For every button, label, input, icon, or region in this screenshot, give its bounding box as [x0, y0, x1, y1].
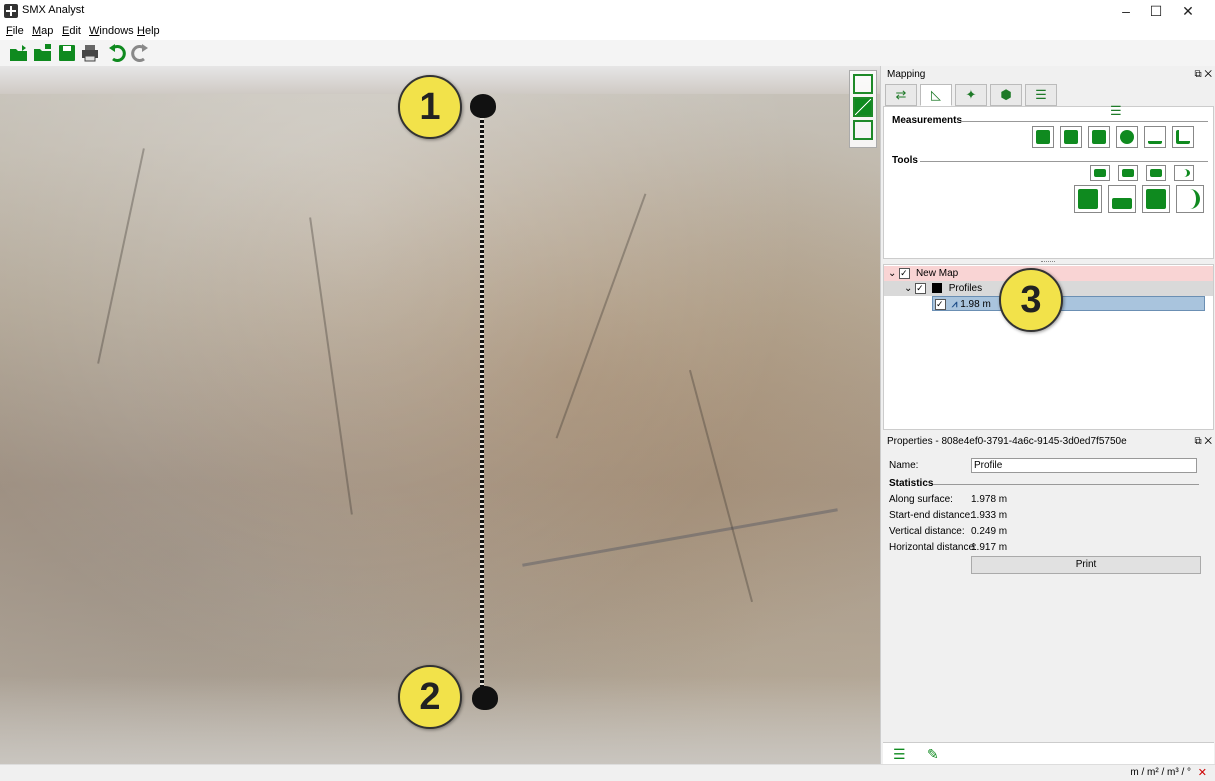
divider: [933, 484, 1199, 485]
edit-icon[interactable]: ✎: [927, 746, 943, 762]
name-field[interactable]: [971, 458, 1197, 473]
measure-profile-icon[interactable]: [1144, 126, 1166, 148]
checkbox[interactable]: [915, 281, 927, 296]
section-small-icon[interactable]: [1146, 165, 1166, 181]
properties-title: Properties - 808e4ef0-3791-4a6c-9145-3d0…: [887, 436, 1127, 447]
checkbox[interactable]: [935, 297, 946, 312]
3d-viewport[interactable]: 1 2: [0, 66, 880, 764]
print-button[interactable]: Print: [971, 556, 1201, 574]
camera-icon[interactable]: [853, 74, 873, 94]
profile-line-icon: ⩘: [951, 299, 958, 310]
tree-group-label: Profiles: [948, 283, 983, 294]
stat-label: Horizontal distance:: [889, 542, 977, 553]
divider: [920, 161, 1208, 162]
rock-crack: [309, 217, 353, 515]
tree-icon[interactable]: ✦: [955, 84, 987, 106]
contour-small-icon[interactable]: [1090, 165, 1110, 181]
properties-panel: Name: Statistics Along surface: 1.978 m …: [883, 452, 1214, 742]
measure-icon[interactable]: ◺: [920, 84, 952, 106]
menu-map[interactable]: Map: [32, 25, 53, 37]
section-large-icon[interactable]: [1142, 185, 1170, 213]
settings-icon[interactable]: ☰: [1025, 84, 1057, 106]
side-bottom-tabs: ☰ ✎: [883, 742, 1214, 765]
open-folder-icon[interactable]: [9, 43, 29, 63]
import-icon[interactable]: [33, 43, 53, 63]
undo-icon[interactable]: [107, 43, 127, 63]
measurements-label: Measurements: [892, 115, 963, 126]
mapping-tools-area: ☰ Measurements Tools: [883, 103, 1214, 259]
contour-large-icon[interactable]: [1074, 185, 1102, 213]
callout-3: 3: [999, 268, 1063, 332]
plane-large-icon[interactable]: [1108, 185, 1136, 213]
checkbox[interactable]: [899, 266, 911, 281]
chevron-down-icon[interactable]: ⌄: [884, 268, 896, 279]
status-bar: m / m² / m³ / ° ✕: [0, 764, 1215, 781]
title-bar: SMX Analyst – ☐ ✕: [0, 0, 1215, 22]
close-button[interactable]: ✕: [1171, 0, 1205, 22]
callout-2: 2: [398, 665, 462, 729]
shape-icon[interactable]: ⬢: [990, 84, 1022, 106]
toolbar: [0, 40, 1215, 67]
menu-bar: File Map Edit Windows Help: [0, 22, 1215, 40]
stat-label: Vertical distance:: [889, 526, 965, 537]
measure-sphere-icon[interactable]: [1116, 126, 1138, 148]
tools-label: Tools: [892, 155, 918, 166]
view-toolbar: [849, 70, 877, 148]
rock-crack: [97, 148, 145, 364]
stat-label: Start-end distance:: [889, 510, 973, 521]
signal-small-icon[interactable]: [1174, 165, 1194, 181]
menu-help[interactable]: Help: [137, 25, 160, 37]
profile-end-marker[interactable]: [472, 686, 498, 710]
properties-panel-header: Properties - 808e4ef0-3791-4a6c-9145-3d0…: [883, 434, 1215, 450]
stat-value: 1.933 m: [971, 510, 1008, 521]
rock-crack: [555, 193, 647, 439]
window-title: SMX Analyst: [22, 4, 85, 16]
menu-file[interactable]: File: [6, 25, 24, 37]
chevron-down-icon[interactable]: ⌄: [884, 283, 912, 294]
ortho-view-icon[interactable]: [853, 97, 873, 117]
app-icon: [4, 4, 18, 18]
layer-color-swatch: [931, 283, 942, 294]
tree-item-label: 1.98 m: [960, 299, 991, 310]
callout-1: 1: [398, 75, 462, 139]
tree-row-item[interactable]: ⩘ 1.98 m: [932, 296, 1205, 312]
mapping-icon[interactable]: ⇄: [885, 84, 917, 106]
measure-polygon-icon[interactable]: [1060, 126, 1082, 148]
menu-windows[interactable]: Windows: [89, 25, 134, 37]
measure-box-icon[interactable]: [1032, 126, 1054, 148]
panel-controls[interactable]: ⧉ ✕: [1194, 434, 1212, 450]
units-indicator: m / m² / m³ / °: [1130, 767, 1191, 778]
statistics-label: Statistics: [889, 478, 934, 489]
stat-value: 0.249 m: [971, 526, 1008, 537]
panel-controls[interactable]: ⧉ ✕: [1194, 67, 1212, 83]
crop-view-icon[interactable]: [853, 120, 873, 140]
stat-value: 1.917 m: [971, 542, 1008, 553]
list-icon[interactable]: ☰: [893, 746, 909, 762]
stat-label: Along surface:: [889, 494, 953, 505]
divider: [960, 121, 1208, 122]
rock-crack: [688, 369, 754, 603]
rock-crack: [522, 508, 838, 567]
menu-edit[interactable]: Edit: [62, 25, 81, 37]
profile-start-marker[interactable]: [470, 94, 496, 118]
no-signal-icon[interactable]: ✕: [1198, 766, 1207, 779]
mapping-panel-header: Mapping ⧉ ✕: [883, 67, 1215, 83]
signal-large-icon[interactable]: [1176, 185, 1204, 213]
tree-root-label: New Map: [915, 268, 959, 279]
measure-area-icon[interactable]: [1088, 126, 1110, 148]
save-icon[interactable]: [57, 43, 77, 63]
stat-value: 1.978 m: [971, 494, 1008, 505]
redo-icon[interactable]: [130, 43, 150, 63]
print-icon[interactable]: [80, 43, 100, 63]
mapping-panel-title: Mapping: [887, 69, 926, 80]
maximize-button[interactable]: ☐: [1139, 0, 1173, 22]
side-panel: Mapping ⧉ ✕ ⇄ ◺ ✦ ⬢ ☰ ☰ Measurements Too…: [880, 66, 1215, 765]
settings-floating-icon[interactable]: ☰: [1110, 103, 1130, 121]
name-label: Name:: [889, 460, 919, 471]
plane-small-icon[interactable]: [1118, 165, 1138, 181]
minimize-button[interactable]: –: [1109, 0, 1143, 22]
measure-angle-icon[interactable]: [1172, 126, 1194, 148]
profile-line[interactable]: [480, 110, 484, 695]
